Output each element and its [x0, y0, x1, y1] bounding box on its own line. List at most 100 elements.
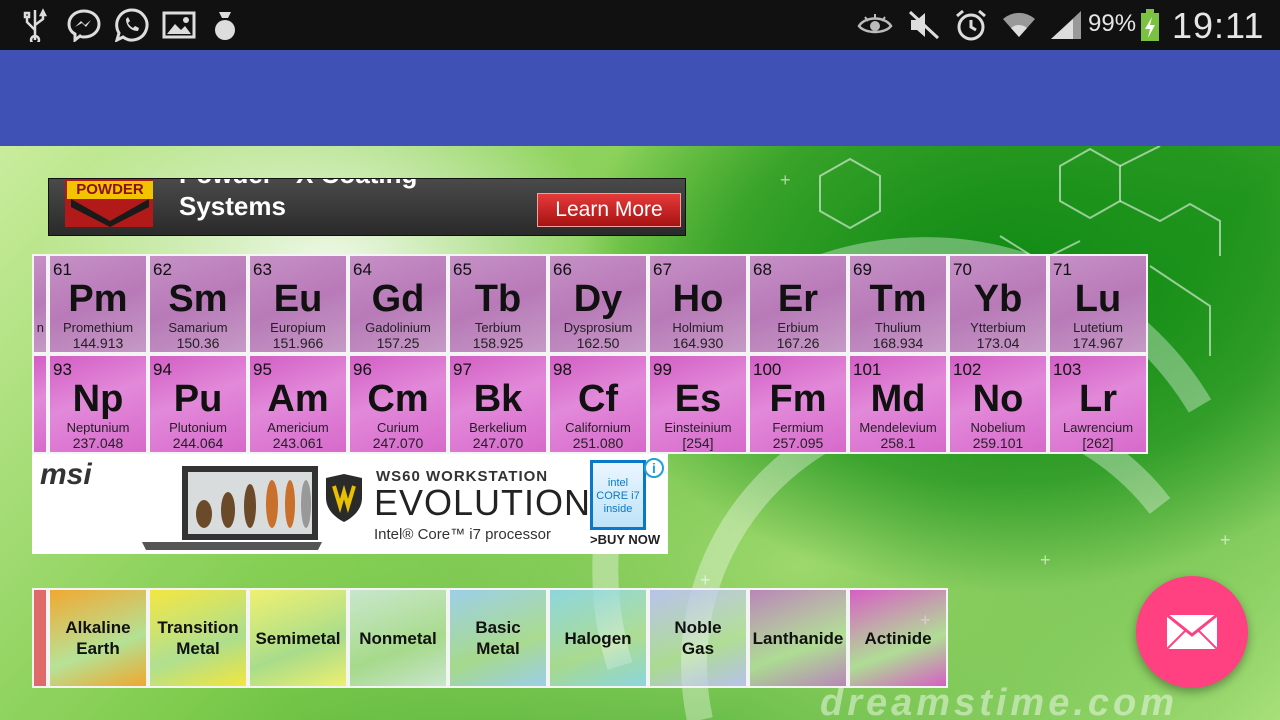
- element-cell[interactable]: 66 Dy Dysprosium 162.50: [548, 254, 648, 354]
- element-number: 71: [1053, 260, 1072, 279]
- element-symbol: Yb: [973, 278, 1023, 320]
- element-symbol: Lr: [1079, 378, 1117, 420]
- learn-more-button[interactable]: Learn More: [537, 193, 681, 227]
- alarm-icon: [952, 8, 990, 42]
- element-mass: 162.50: [576, 335, 620, 351]
- element-number: 69: [853, 260, 872, 279]
- battery-percent: 99%: [1088, 10, 1137, 37]
- element-symbol: Fm: [769, 378, 827, 420]
- element-mass: 251.080: [572, 435, 624, 451]
- gallery-icon: [160, 8, 198, 42]
- element-cell[interactable]: 67 Ho Holmium 164.930: [648, 254, 748, 354]
- element-mass: [262]: [1082, 435, 1114, 451]
- ad-headline: EVOLUTION: [374, 482, 592, 523]
- mute-icon: [906, 8, 942, 42]
- element-cell[interactable]: 97 Bk Berkelium 247.070: [448, 354, 548, 454]
- whatsapp-icon: [112, 8, 152, 42]
- element-symbol: Pu: [173, 378, 223, 420]
- element-mass: 174.967: [1072, 335, 1124, 351]
- ad-banner-top[interactable]: POWDER Powder - X Coating Systems Learn …: [48, 178, 686, 236]
- element-number: 100: [753, 360, 782, 379]
- buy-now-link[interactable]: >BUY NOW: [590, 532, 660, 547]
- element-symbol: Np: [72, 378, 124, 420]
- element-name: Thulium: [874, 320, 922, 335]
- element-symbol: Es: [674, 378, 722, 420]
- element-symbol: Pm: [68, 278, 128, 320]
- element-cell[interactable]: 70 Yb Ytterbium 173.04: [948, 254, 1048, 354]
- partial-element-cell[interactable]: [32, 354, 48, 454]
- element-symbol: Bk: [473, 378, 523, 420]
- element-symbol: Cf: [577, 378, 619, 420]
- svg-text:+: +: [700, 570, 711, 590]
- element-name: Promethium: [62, 320, 134, 335]
- element-name: Dysprosium: [563, 320, 633, 335]
- element-number: 101: [853, 360, 882, 379]
- legend-item[interactable]: Alkaline Earth: [48, 588, 148, 688]
- legend-label: Basic: [475, 618, 521, 637]
- ad-banner-msi[interactable]: msi WS60 WORKSTATION EVOLUTION Intel® Co…: [32, 454, 668, 554]
- legend-label: Halogen: [564, 628, 632, 648]
- partial-element-cell[interactable]: n: [32, 254, 48, 354]
- legend-label: Semimetal: [255, 628, 341, 648]
- legend-label: Gas: [681, 639, 715, 658]
- element-cell[interactable]: 62 Sm Samarium 150.36: [148, 254, 248, 354]
- element-symbol: Er: [777, 278, 819, 320]
- legend-item[interactable]: Noble Gas: [648, 588, 748, 688]
- element-cell[interactable]: 99 Es Einsteinium [254]: [648, 354, 748, 454]
- legend-label: Alkaline: [65, 618, 131, 637]
- legend-item[interactable]: Semimetal: [248, 588, 348, 688]
- ad-info-icon[interactable]: i: [644, 458, 664, 478]
- element-name: Mendelevium: [859, 420, 937, 435]
- element-name: Lutetium: [1073, 320, 1123, 335]
- svg-text:+: +: [1040, 550, 1051, 570]
- element-symbol: Ho: [672, 278, 724, 320]
- element-cell[interactable]: 63 Eu Europium 151.966: [248, 254, 348, 354]
- element-cell[interactable]: 101 Md Mendelevium 258.1: [848, 354, 948, 454]
- legend-label: Transition: [157, 618, 239, 637]
- element-cell[interactable]: 68 Er Erbium 167.26: [748, 254, 848, 354]
- element-cell[interactable]: 93 Np Neptunium 237.048: [48, 354, 148, 454]
- element-cell[interactable]: 64 Gd Gadolinium 157.25: [348, 254, 448, 354]
- element-cell[interactable]: 71 Lu Lutetium 174.967: [1048, 254, 1148, 354]
- element-cell[interactable]: 103 Lr Lawrencium [262]: [1048, 354, 1148, 454]
- app-action-bar: [0, 50, 1280, 146]
- element-cell[interactable]: 65 Tb Terbium 158.925: [448, 254, 548, 354]
- legend-item[interactable]: Actinide: [848, 588, 948, 688]
- element-number: 94: [153, 360, 172, 379]
- legend-item[interactable]: Halogen: [548, 588, 648, 688]
- element-number: 95: [253, 360, 272, 379]
- legend-item[interactable]: Basic Metal: [448, 588, 548, 688]
- element-mass: 144.913: [72, 335, 124, 351]
- legend-item[interactable]: Lanthanide: [748, 588, 848, 688]
- element-cell[interactable]: 95 Am Americium 243.061: [248, 354, 348, 454]
- element-name: Nobelium: [970, 420, 1026, 435]
- element-mass: 167.26: [776, 335, 820, 351]
- element-symbol: Gd: [371, 278, 425, 320]
- status-bar: 99% 19:11: [0, 0, 1280, 50]
- element-cell[interactable]: 102 No Nobelium 259.101: [948, 354, 1048, 454]
- usb-icon: [20, 8, 50, 42]
- element-number: 67: [653, 260, 672, 279]
- element-cell[interactable]: 100 Fm Fermium 257.095: [748, 354, 848, 454]
- element-cell[interactable]: 96 Cm Curium 247.070: [348, 354, 448, 454]
- element-name: Berkelium: [469, 420, 527, 435]
- email-fab-button[interactable]: [1136, 576, 1248, 688]
- element-number: 61: [53, 260, 72, 279]
- signal-icon: [1048, 8, 1084, 42]
- legend-item[interactable]: Nonmetal: [348, 588, 448, 688]
- element-cell[interactable]: 69 Tm Thulium 168.934: [848, 254, 948, 354]
- element-number: 99: [653, 360, 672, 379]
- element-number: 64: [353, 260, 372, 279]
- element-name: Americium: [267, 420, 329, 435]
- element-cell[interactable]: 61 Pm Promethium 144.913: [48, 254, 148, 354]
- element-number: 70: [953, 260, 972, 279]
- element-cell[interactable]: 98 Cf Californium 251.080: [548, 354, 648, 454]
- messenger-icon: [64, 8, 104, 42]
- element-mass: 258.1: [880, 435, 916, 451]
- element-cell[interactable]: 94 Pu Plutonium 244.064: [148, 354, 248, 454]
- element-mass: 237.048: [72, 435, 124, 451]
- legend-label: Metal: [176, 639, 220, 658]
- ad-logo-label: POWDER: [67, 181, 153, 199]
- element-number: 66: [553, 260, 572, 279]
- legend-item[interactable]: Transition Metal: [148, 588, 248, 688]
